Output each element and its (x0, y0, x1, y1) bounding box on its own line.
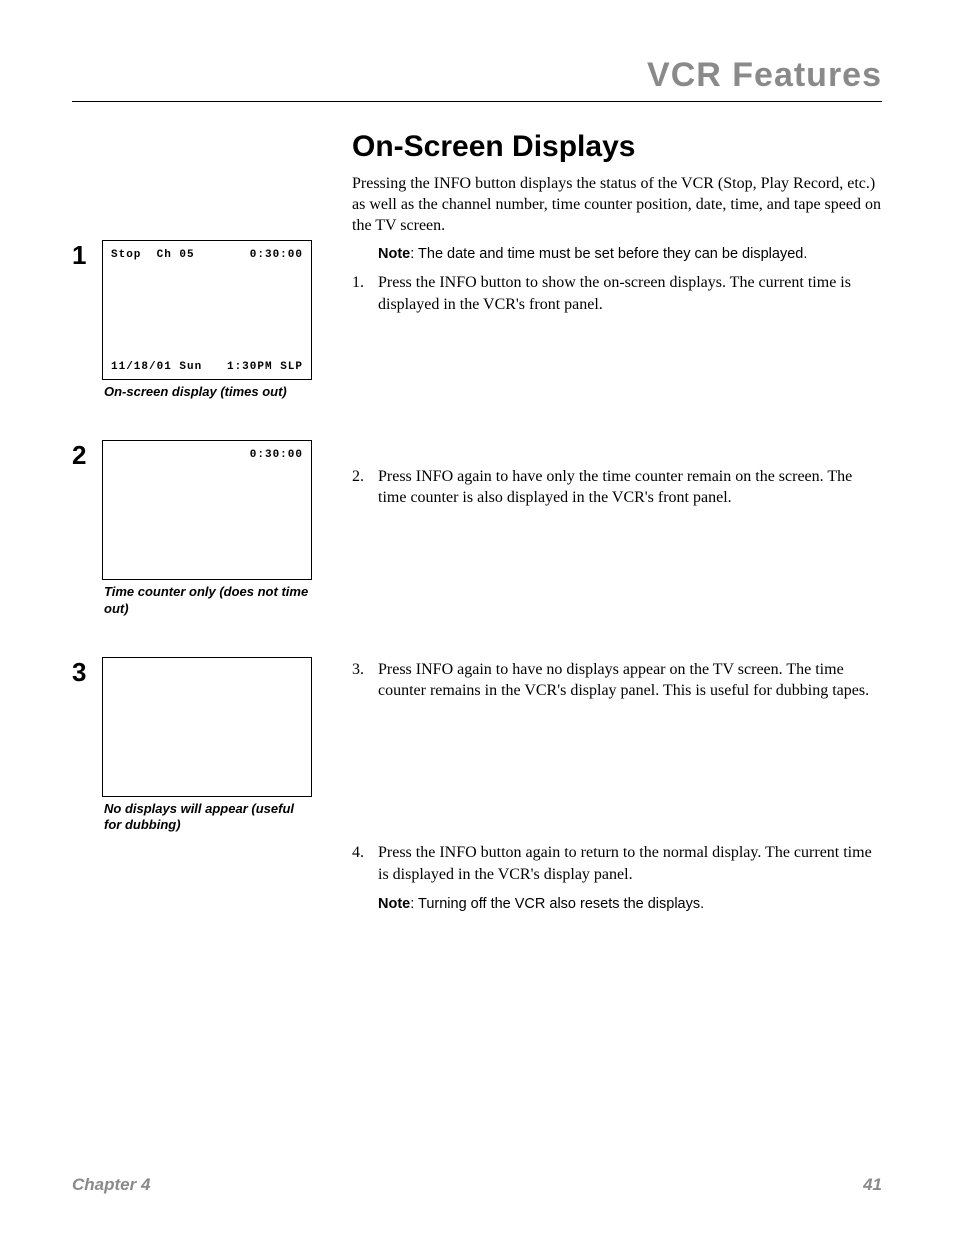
figure-caption: Time counter only (does not time out) (102, 584, 312, 617)
section-intro: Pressing the INFO button displays the st… (352, 174, 882, 236)
step-4: 4. Press the INFO button again to return… (352, 842, 882, 915)
step-body: Press the INFO button again to return to… (378, 842, 882, 915)
step-number: 3. (352, 659, 378, 702)
figure-block-3: 3 No displays will appear (useful for du… (72, 657, 352, 834)
osd-time-counter: 0:30:00 (250, 249, 303, 261)
section-note: Note: The date and time must be set befo… (378, 246, 882, 262)
figure-caption: On-screen display (times out) (102, 384, 312, 400)
page-footer: Chapter 4 41 (72, 1151, 882, 1195)
figure-number: 2 (72, 440, 102, 617)
note-text: : The date and time must be set before t… (410, 246, 807, 262)
text-column: On-Screen Displays Pressing the INFO but… (352, 130, 882, 1151)
figure-number: 1 (72, 240, 102, 400)
figure-block-2: 2 0:30:00 Time counter only (does not ti… (72, 440, 352, 617)
step-number: 1. (352, 272, 378, 315)
figure-wrap: Stop Ch 05 0:30:00 11/18/01 Sun 1:30PM S… (102, 240, 312, 400)
footer-chapter: Chapter 4 (72, 1175, 150, 1195)
osd-display-full: Stop Ch 05 0:30:00 11/18/01 Sun 1:30PM S… (102, 240, 312, 380)
figures-column: 1 Stop Ch 05 0:30:00 11/18/01 Sun 1:30PM… (72, 130, 352, 1151)
step-note: Note: Turning off the VCR also resets th… (378, 895, 882, 915)
note-label: Note (378, 896, 410, 912)
page: VCR Features 1 Stop Ch 05 0:30:00 11/18/… (0, 0, 954, 1235)
step-text: Press the INFO button to show the on-scr… (378, 272, 882, 315)
header-title: VCR Features (647, 56, 882, 94)
figure-wrap: 0:30:00 Time counter only (does not time… (102, 440, 312, 617)
note-label: Note (378, 246, 410, 262)
osd-status-channel: Stop Ch 05 (111, 249, 195, 261)
osd-clock-speed: 1:30PM SLP (227, 361, 303, 373)
step-1: 1. Press the INFO button to show the on-… (352, 272, 882, 315)
step-number: 2. (352, 466, 378, 509)
content-area: 1 Stop Ch 05 0:30:00 11/18/01 Sun 1:30PM… (72, 130, 882, 1151)
step-3: 3. Press INFO again to have no displays … (352, 659, 882, 702)
page-header: VCR Features (72, 56, 882, 102)
osd-display-counter-only: 0:30:00 (102, 440, 312, 580)
step-text: Press the INFO button again to return to… (378, 844, 872, 883)
step-text: Press INFO again to have only the time c… (378, 466, 882, 509)
osd-date: 11/18/01 Sun (111, 361, 202, 373)
osd-time-counter: 0:30:00 (250, 449, 303, 461)
osd-display-empty (102, 657, 312, 797)
footer-page-number: 41 (863, 1175, 882, 1195)
figure-caption: No displays will appear (useful for dubb… (102, 801, 312, 834)
note-text: : Turning off the VCR also resets the di… (410, 896, 704, 912)
step-2: 2. Press INFO again to have only the tim… (352, 466, 882, 509)
steps-list: 1. Press the INFO button to show the on-… (352, 272, 882, 914)
step-number: 4. (352, 842, 378, 915)
figure-block-1: 1 Stop Ch 05 0:30:00 11/18/01 Sun 1:30PM… (72, 240, 352, 400)
figure-number: 3 (72, 657, 102, 834)
step-text: Press INFO again to have no displays app… (378, 659, 882, 702)
figure-wrap: No displays will appear (useful for dubb… (102, 657, 312, 834)
section-title: On-Screen Displays (352, 130, 882, 164)
